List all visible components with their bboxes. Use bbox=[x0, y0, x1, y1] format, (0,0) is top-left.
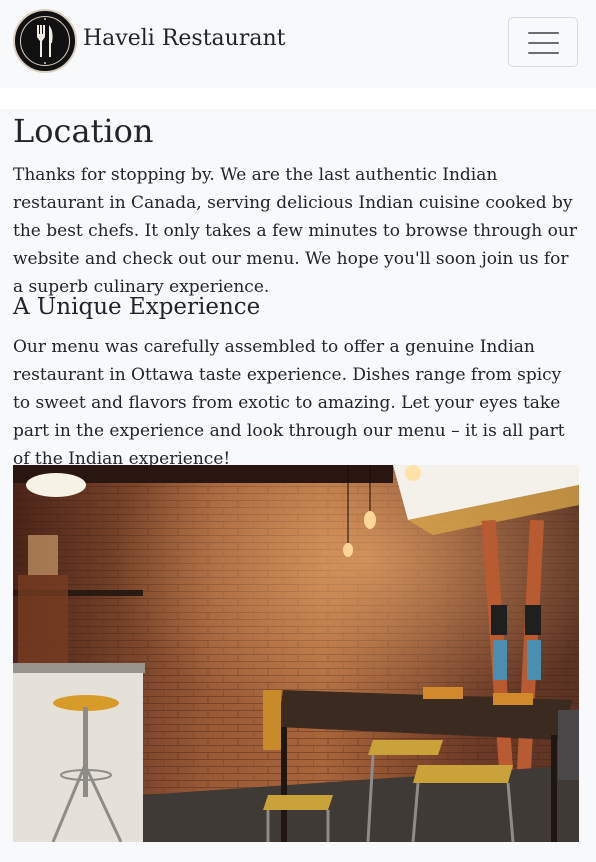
experience-paragraph: Our menu was carefully assembled to offe… bbox=[13, 337, 565, 469]
brand-name[interactable]: Haveli Restaurant bbox=[83, 24, 285, 54]
menu-toggle-button[interactable] bbox=[508, 17, 578, 67]
hamburger-menu-icon bbox=[528, 42, 559, 44]
restaurant-interior-photo bbox=[13, 465, 579, 842]
hamburger-menu-icon bbox=[528, 52, 559, 54]
page-title: Location bbox=[13, 112, 154, 150]
restaurant-logo[interactable] bbox=[13, 9, 77, 73]
hamburger-menu-icon bbox=[528, 32, 559, 34]
intro-paragraph: Thanks for stopping by. We are the last … bbox=[13, 165, 577, 297]
fork-knife-icon bbox=[37, 18, 53, 64]
section-heading: A Unique Experience bbox=[13, 294, 261, 320]
navbar-spacer bbox=[0, 88, 596, 109]
navbar: Haveli Restaurant bbox=[0, 0, 596, 88]
